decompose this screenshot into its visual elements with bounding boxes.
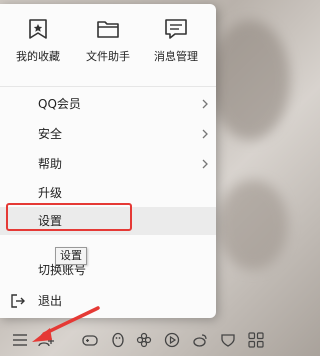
- message-manage-button[interactable]: 消息管理: [140, 18, 212, 64]
- penguin-icon[interactable]: [110, 332, 126, 348]
- folder-icon: [97, 21, 119, 38]
- flower-icon[interactable]: [136, 332, 152, 348]
- file-assistant-label: 文件助手: [86, 50, 130, 63]
- favorites-icon: [29, 19, 47, 39]
- file-assistant-button[interactable]: 文件助手: [72, 18, 144, 64]
- chevron-right-icon: [202, 99, 208, 109]
- menu-item-label: QQ会员: [38, 97, 81, 111]
- menu-item-security[interactable]: 安全: [0, 121, 216, 147]
- settings-tooltip: 设置: [55, 247, 87, 265]
- weibo-icon[interactable]: [192, 332, 208, 348]
- favorites-button[interactable]: 我的收藏: [2, 18, 74, 64]
- quick-actions: 我的收藏 文件助手 消息管理: [0, 18, 216, 78]
- settings-highlight-box: [6, 203, 132, 231]
- chevron-right-icon: [202, 159, 208, 169]
- menu-item-label: 安全: [38, 127, 63, 141]
- heart-shield-icon[interactable]: [220, 332, 236, 348]
- exit-icon: [11, 294, 25, 308]
- menu-item-help[interactable]: 帮助: [0, 151, 216, 177]
- menu-item-qq-vip[interactable]: QQ会员: [0, 91, 216, 117]
- favorites-label: 我的收藏: [16, 50, 60, 63]
- main-menu: 我的收藏 文件助手 消息管理 QQ会员 安全 帮助 升级 设置 切换账号 退出: [0, 4, 216, 318]
- message-manage-label: 消息管理: [154, 50, 198, 63]
- divider: [0, 86, 216, 87]
- app-grid-icon[interactable]: [248, 332, 264, 348]
- message-manage-icon: [165, 19, 187, 39]
- video-play-icon[interactable]: [164, 332, 180, 348]
- chevron-right-icon: [202, 129, 208, 139]
- annotation-arrow-icon: [32, 306, 100, 342]
- menu-item-label: 帮助: [38, 157, 63, 171]
- menu-item-switch-account[interactable]: 切换账号: [0, 257, 216, 283]
